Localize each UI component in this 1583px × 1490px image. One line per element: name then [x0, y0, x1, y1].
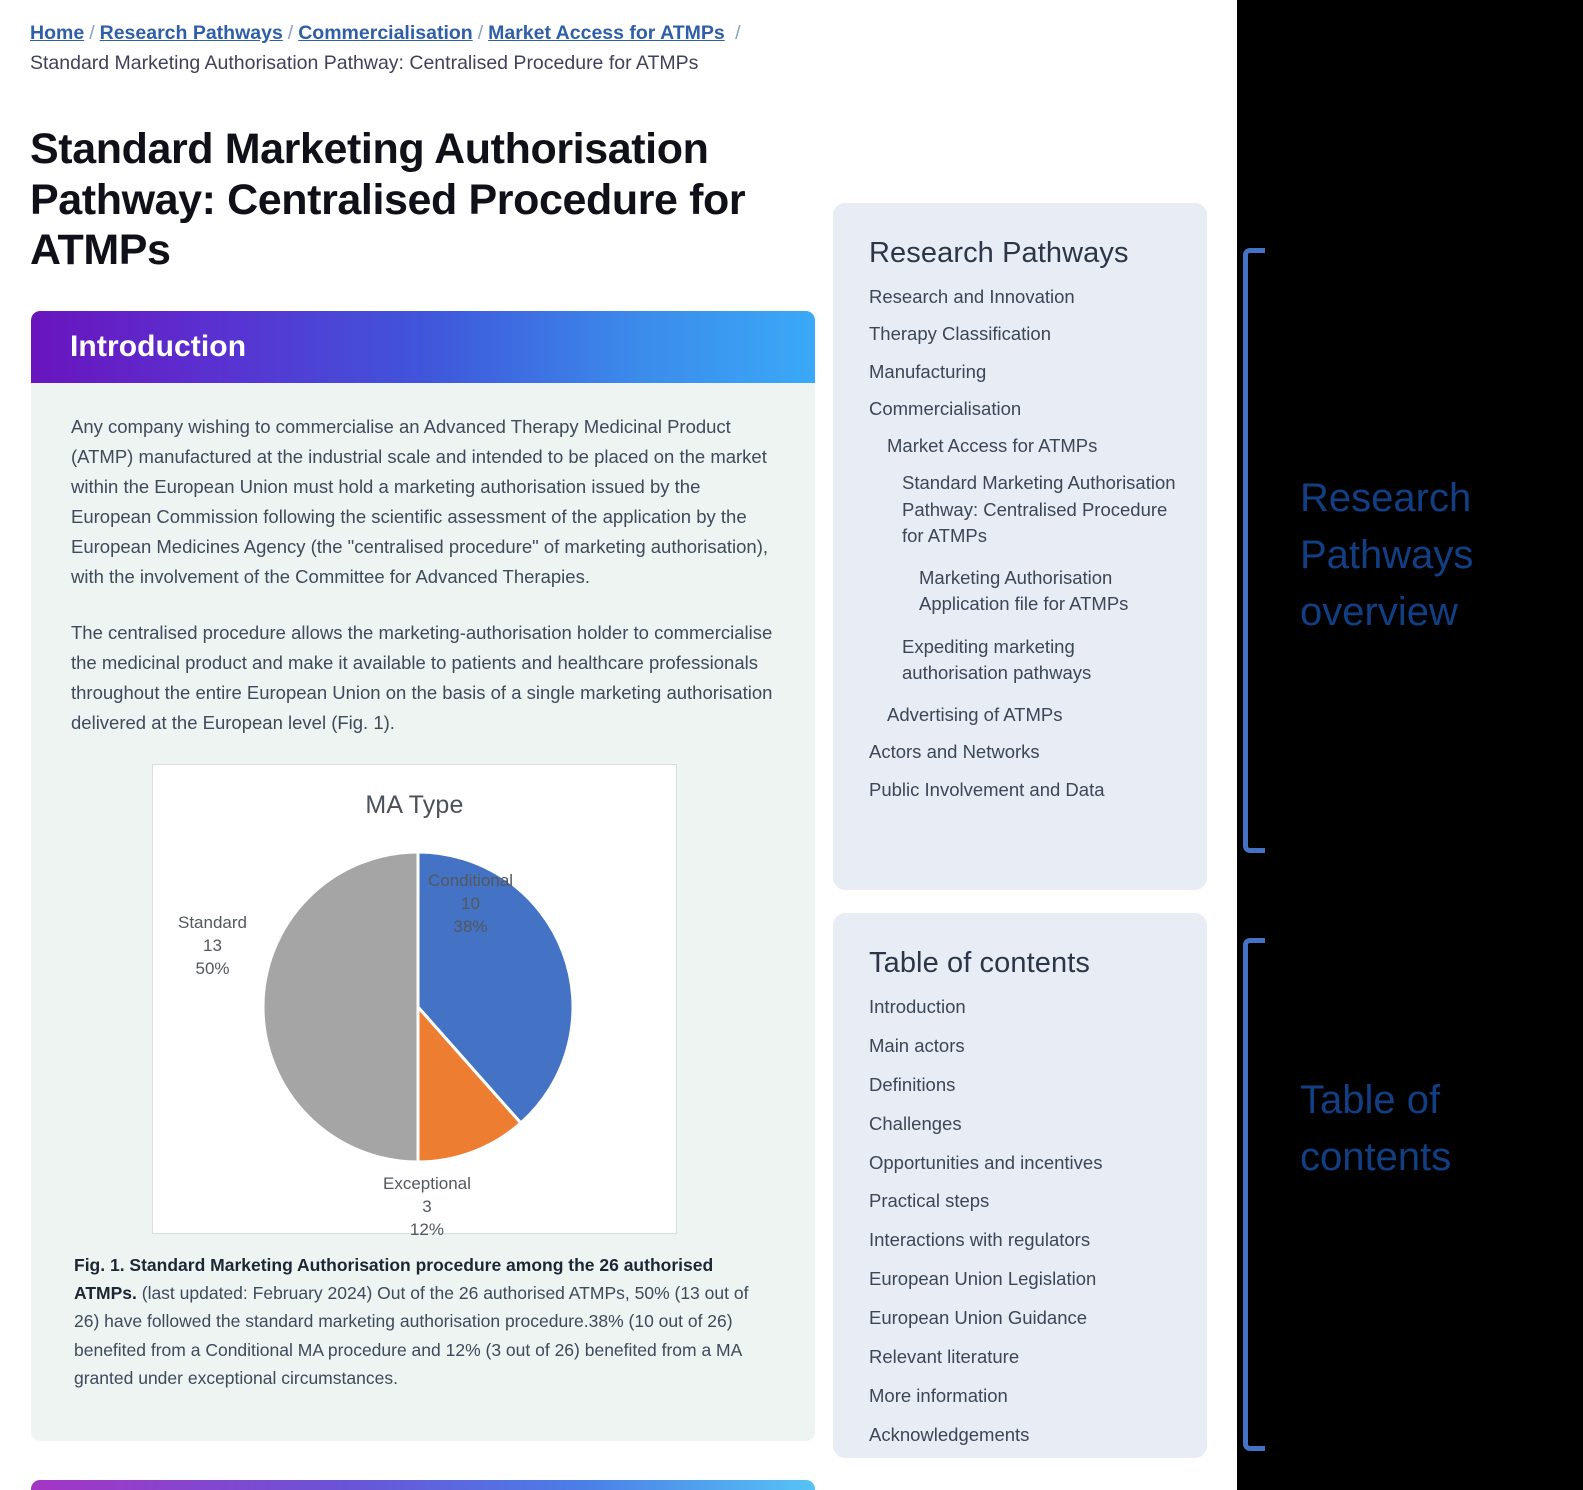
breadcrumb-link-2[interactable]: Commercialisation: [298, 22, 472, 44]
section-body: Any company wishing to commercialise an …: [31, 383, 815, 1392]
research-nav-item-9[interactable]: Actors and Networks: [869, 739, 1179, 765]
pie-chart-svg: [261, 850, 575, 1164]
pie-slice-standard: [261, 850, 420, 1164]
toc-item-7[interactable]: European Union Legislation: [869, 1266, 1179, 1292]
breadcrumb-separator: /: [287, 22, 294, 44]
breadcrumb-current: Standard Marketing Authorisation Pathway…: [30, 52, 699, 75]
annotation-label-research: Research Pathways overview: [1300, 476, 1474, 634]
annotation-bracket-research: [1243, 248, 1265, 853]
breadcrumb-separator: /: [477, 22, 484, 44]
research-nav-item-3[interactable]: Commercialisation: [869, 396, 1179, 422]
research-pathways-title: Research Pathways: [869, 237, 1129, 269]
introduction-section: Introduction Any company wishing to comm…: [31, 311, 815, 1441]
annotation-bracket-toc: [1243, 938, 1265, 1451]
toc-item-8[interactable]: European Union Guidance: [869, 1305, 1179, 1331]
page-content: Home / Research Pathways / Commercialisation…: [0, 0, 1237, 1490]
breadcrumb-link-0[interactable]: Home: [30, 22, 84, 44]
section-header-title: Introduction: [70, 330, 247, 363]
toc-item-0[interactable]: Introduction: [869, 994, 1179, 1020]
pie-label-standard: Standard 13 50%: [178, 912, 247, 978]
table-of-contents-title: Table of contents: [869, 947, 1090, 979]
pie-chart: Standard 13 50% Conditional 10 38% Excep…: [153, 820, 678, 1239]
toc-item-9[interactable]: Relevant literature: [869, 1344, 1179, 1370]
breadcrumb-separator: /: [89, 22, 95, 44]
toc-item-3[interactable]: Challenges: [869, 1111, 1179, 1137]
pie-label-conditional: Conditional 10 38%: [428, 870, 514, 936]
research-nav-item-7[interactable]: Expediting marketing authorisation pathw…: [869, 634, 1179, 687]
toc-item-11[interactable]: Acknowledgements: [869, 1422, 1179, 1448]
table-of-contents-panel: Table of contents Introduction Main actor…: [833, 913, 1207, 1458]
annotation-label-toc: Table of contents: [1300, 1078, 1452, 1179]
figure-caption: Fig. 1. Standard Marketing Authorisation…: [74, 1251, 774, 1393]
page-title: Standard Marketing Authorisation Pathway…: [30, 125, 746, 275]
research-nav-item-4[interactable]: Market Access for ATMPs: [869, 433, 1179, 459]
research-nav-item-8[interactable]: Advertising of ATMPs: [869, 702, 1179, 728]
toc-item-2[interactable]: Definitions: [869, 1072, 1179, 1098]
section-header: Introduction: [31, 311, 815, 383]
breadcrumb-link-3[interactable]: Market Access for ATMPs: [488, 22, 725, 44]
research-nav-item-2[interactable]: Manufacturing: [869, 359, 1179, 385]
body-paragraph-2: The centralised procedure allows the mar…: [71, 621, 773, 733]
figure-caption-rest: (last updated: February 2024) Out of the…: [74, 1283, 749, 1389]
research-nav-item-5[interactable]: Standard Marketing Authorisation Pathway…: [869, 470, 1179, 549]
research-nav-item-6[interactable]: Marketing Authorisation Application file…: [869, 565, 1179, 618]
research-nav-item-0[interactable]: Research and Innovation: [869, 284, 1179, 310]
toc-item-1[interactable]: Main actors: [869, 1033, 1179, 1059]
toc-item-6[interactable]: Interactions with regulators: [869, 1227, 1179, 1253]
breadcrumb: Home / Research Pathways / Commercialisation…: [30, 18, 1030, 78]
toc-item-4[interactable]: Opportunities and incentives: [869, 1150, 1179, 1176]
breadcrumb-link-1[interactable]: Research Pathways: [100, 22, 283, 44]
chart-title: MA Type: [365, 790, 464, 819]
figure-1: MA Type Standard 13 50% Conditional 10 3…: [152, 763, 678, 1239]
body-paragraph-1: Any company wishing to commercialise an …: [71, 416, 768, 587]
toc-item-5[interactable]: Practical steps: [869, 1188, 1179, 1214]
annotation-backdrop: [1237, 0, 1583, 1490]
research-pathways-panel: Research Pathways Research and Innovatio…: [833, 203, 1207, 890]
breadcrumb-separator: /: [735, 22, 741, 44]
pie-label-exceptional: Exceptional 3 12%: [383, 1173, 471, 1239]
research-nav-item-1[interactable]: Therapy Classification: [869, 321, 1179, 347]
research-nav-item-10[interactable]: Public Involvement and Data: [869, 777, 1179, 803]
toc-item-10[interactable]: More information: [869, 1383, 1179, 1409]
next-section-header: [31, 1480, 815, 1490]
